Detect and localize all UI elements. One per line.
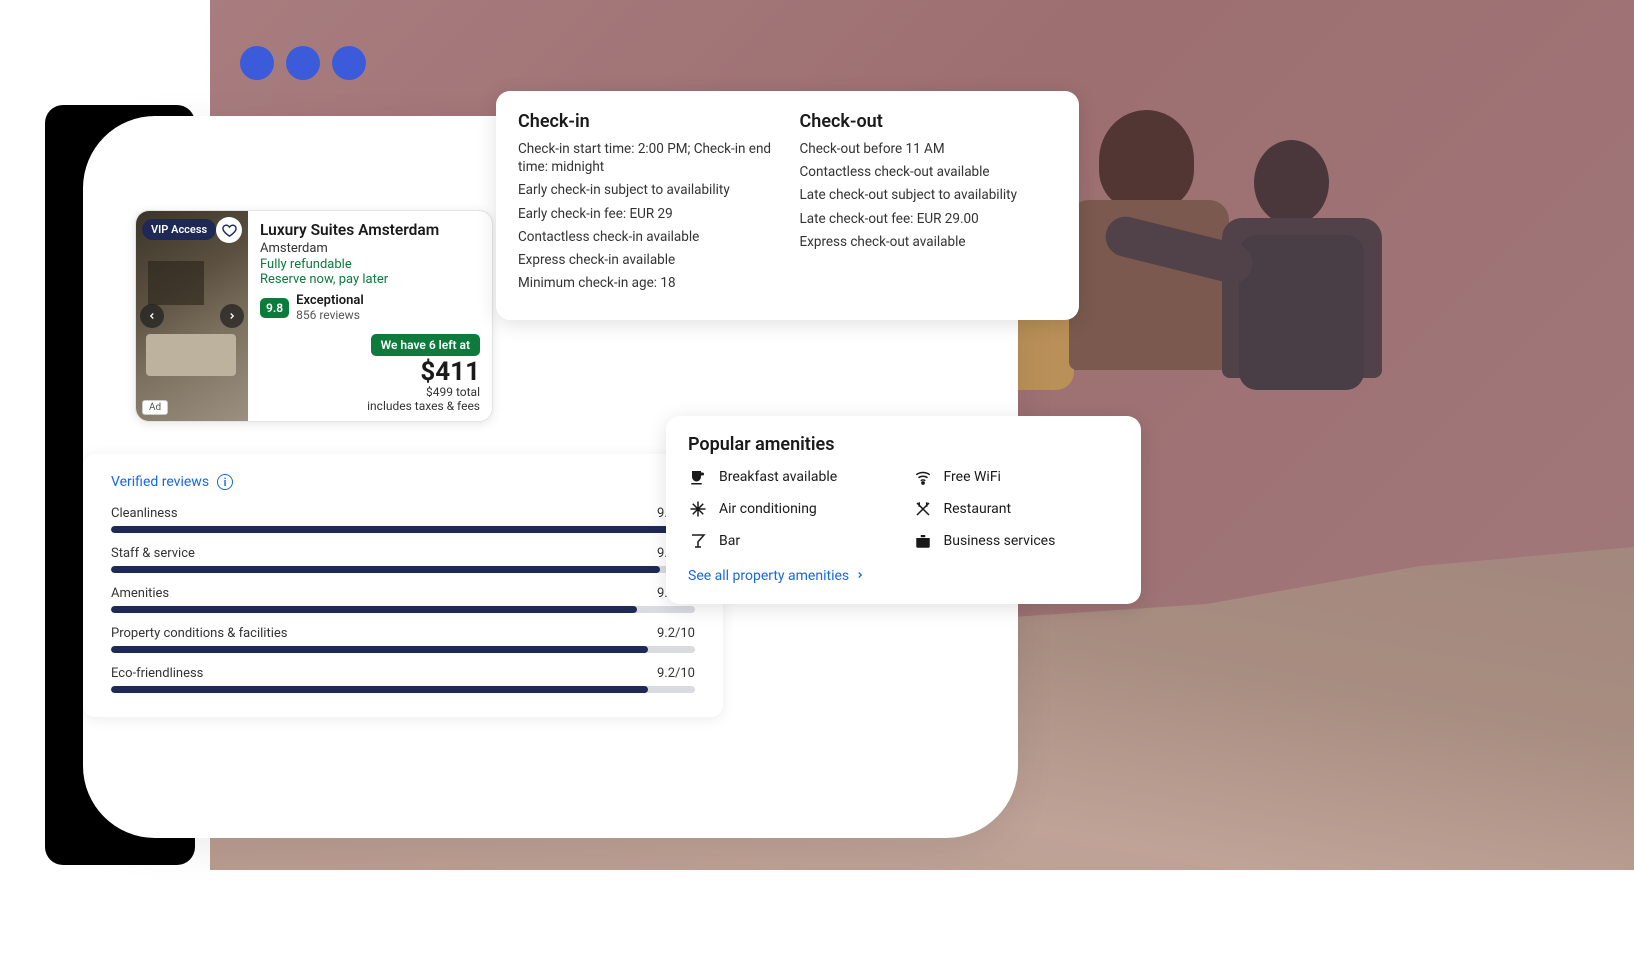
reviews-count: 856 reviews bbox=[296, 308, 364, 322]
availability-badge: We have 6 left at bbox=[371, 334, 480, 356]
ac-icon bbox=[688, 499, 708, 519]
checkin-item: Check-in start time: 2:00 PM; Check-in e… bbox=[518, 140, 776, 176]
amenity-label: Breakfast available bbox=[719, 469, 837, 485]
review-label: Property conditions & facilities bbox=[111, 626, 287, 641]
chevron-right-icon bbox=[855, 569, 865, 583]
amenity-item: Business services bbox=[913, 531, 1120, 551]
verified-label: Verified reviews bbox=[111, 474, 209, 490]
score-bar-track bbox=[111, 526, 695, 533]
hotel-info: Luxury Suites Amsterdam Amsterdam Fully … bbox=[248, 211, 492, 421]
amenity-item: Restaurant bbox=[913, 499, 1120, 519]
hotel-title: Luxury Suites Amsterdam bbox=[260, 221, 480, 239]
amenities-title: Popular amenities bbox=[688, 434, 1119, 455]
amenity-grid: Breakfast available Free WiFi Air conditio… bbox=[688, 467, 1119, 551]
prev-image-button[interactable] bbox=[140, 304, 164, 328]
browser-frame bbox=[210, 36, 1634, 96]
main-content-card: VIP Access Ad Luxury Suites Amsterdam Am… bbox=[83, 116, 1018, 838]
checkin-card: Check-in Check-in start time: 2:00 PM; C… bbox=[496, 91, 1079, 320]
checkout-item: Express check-out available bbox=[800, 233, 1058, 251]
review-label: Eco-friendliness bbox=[111, 666, 203, 681]
review-label: Amenities bbox=[111, 586, 169, 601]
review-row: Staff & service9.4/10 bbox=[111, 546, 695, 573]
rating-row: 9.8 Exceptional 856 reviews bbox=[260, 293, 480, 322]
checkout-item: Late check-out fee: EUR 29.00 bbox=[800, 210, 1058, 228]
checkin-item: Early check-in subject to availability bbox=[518, 181, 776, 199]
score-bar-fill bbox=[111, 566, 660, 573]
browser-dot bbox=[286, 46, 320, 80]
checkin-column: Check-in Check-in start time: 2:00 PM; C… bbox=[518, 111, 776, 298]
score-bar-track bbox=[111, 606, 695, 613]
amenity-label: Business services bbox=[944, 533, 1056, 549]
ad-badge: Ad bbox=[142, 400, 168, 415]
amenity-label: Bar bbox=[719, 533, 740, 549]
checkout-column: Check-out Check-out before 11 AM Contact… bbox=[800, 111, 1058, 298]
review-row: Amenities9.0/10 bbox=[111, 586, 695, 613]
checkin-item: Early check-in fee: EUR 29 bbox=[518, 205, 776, 223]
checkin-title: Check-in bbox=[518, 111, 776, 132]
price: $411 bbox=[260, 359, 480, 385]
amenity-item: Air conditioning bbox=[688, 499, 895, 519]
amenity-label: Free WiFi bbox=[944, 469, 1001, 485]
next-image-button[interactable] bbox=[220, 304, 244, 328]
checkin-item: Contactless check-in available bbox=[518, 228, 776, 246]
amenity-item: Breakfast available bbox=[688, 467, 895, 487]
breakfast-icon bbox=[688, 467, 708, 487]
reviews-list: Cleanliness9.6/10 Staff & service9.4/10 Am… bbox=[111, 506, 695, 693]
amenity-item: Bar bbox=[688, 531, 895, 551]
review-row: Eco-friendliness 9.2/10 bbox=[111, 666, 695, 693]
reserve-label: Reserve now, pay later bbox=[260, 272, 480, 287]
browser-dot bbox=[240, 46, 274, 80]
amenity-item: Free WiFi bbox=[913, 467, 1120, 487]
review-score: 9.2/10 bbox=[657, 666, 695, 681]
browser-dot bbox=[332, 46, 366, 80]
review-label: Staff & service bbox=[111, 546, 195, 561]
favorite-button[interactable] bbox=[216, 217, 242, 243]
score-bar-track bbox=[111, 566, 695, 573]
hotel-image: VIP Access Ad bbox=[136, 211, 248, 421]
review-row: Cleanliness9.6/10 bbox=[111, 506, 695, 533]
chevron-left-icon bbox=[147, 311, 157, 321]
score-bar-fill bbox=[111, 606, 637, 613]
verified-reviews-link[interactable]: Verified reviews i bbox=[111, 474, 695, 490]
checkin-item: Minimum check-in age: 18 bbox=[518, 274, 776, 292]
hotel-card[interactable]: VIP Access Ad Luxury Suites Amsterdam Am… bbox=[135, 210, 493, 422]
chevron-right-icon bbox=[227, 311, 237, 321]
review-label: Cleanliness bbox=[111, 506, 178, 521]
heart-icon bbox=[222, 223, 237, 238]
checkin-item: Express check-in available bbox=[518, 251, 776, 269]
info-icon: i bbox=[217, 474, 233, 490]
amenities-card: Popular amenities Breakfast available Fre… bbox=[666, 416, 1141, 604]
see-all-amenities-link[interactable]: See all property amenities bbox=[688, 568, 865, 584]
score-bar-fill bbox=[111, 526, 672, 533]
taxes-note: includes taxes & fees bbox=[260, 399, 480, 413]
restaurant-icon bbox=[913, 499, 933, 519]
reviews-card: Verified reviews i Cleanliness9.6/10 Staf… bbox=[83, 454, 723, 717]
checkout-item: Contactless check-out available bbox=[800, 163, 1058, 181]
see-all-label: See all property amenities bbox=[688, 568, 849, 584]
rating-badge: 9.8 bbox=[260, 298, 289, 318]
amenity-label: Air conditioning bbox=[719, 501, 817, 517]
score-bar-track bbox=[111, 646, 695, 653]
score-bar-fill bbox=[111, 686, 648, 693]
review-score: 9.2/10 bbox=[657, 626, 695, 641]
checkout-title: Check-out bbox=[800, 111, 1058, 132]
bar-icon bbox=[688, 531, 708, 551]
hotel-location: Amsterdam bbox=[260, 241, 480, 256]
price-block: We have 6 left at $411 $499 total includ… bbox=[260, 334, 480, 413]
checkout-item: Check-out before 11 AM bbox=[800, 140, 1058, 158]
vip-badge: VIP Access bbox=[142, 219, 216, 240]
rating-text: Exceptional bbox=[296, 293, 364, 308]
score-bar-fill bbox=[111, 646, 648, 653]
score-bar-track bbox=[111, 686, 695, 693]
review-row: Property conditions & facilities 9.2/10 bbox=[111, 626, 695, 653]
price-total: $499 total bbox=[260, 385, 480, 399]
business-icon bbox=[913, 531, 933, 551]
wifi-icon bbox=[913, 467, 933, 487]
refundable-label: Fully refundable bbox=[260, 257, 480, 272]
amenity-label: Restaurant bbox=[944, 501, 1012, 517]
browser-dots bbox=[210, 36, 1634, 80]
checkout-item: Late check-out subject to availability bbox=[800, 186, 1058, 204]
